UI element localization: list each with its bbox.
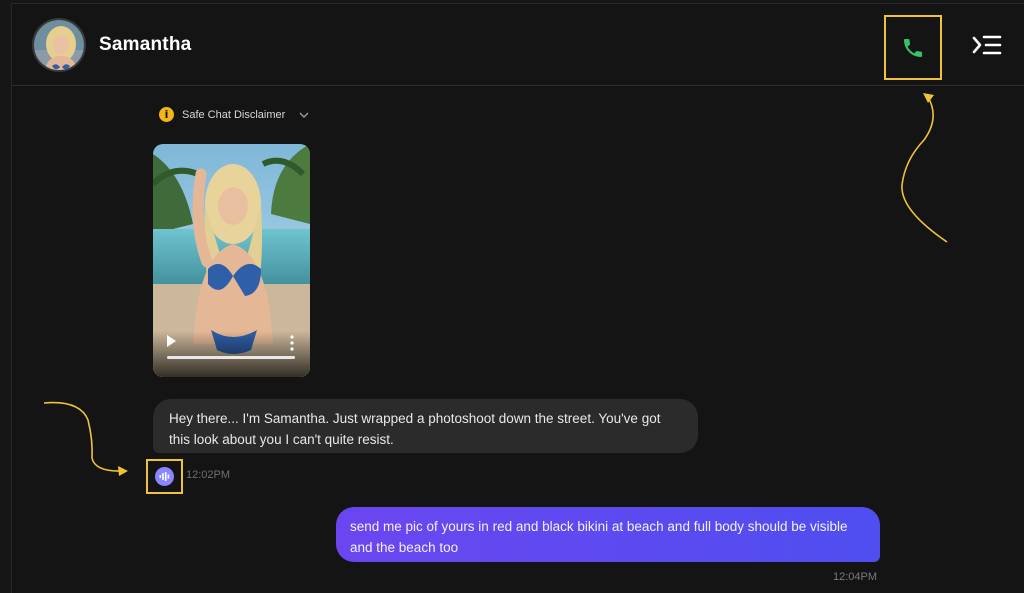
phone-icon <box>904 38 922 57</box>
voice-circle <box>155 467 174 486</box>
video-message[interactable] <box>153 144 310 377</box>
play-voice-button[interactable] <box>146 459 183 494</box>
chevron-down-icon <box>299 112 309 118</box>
video-progress-bar[interactable] <box>167 356 295 359</box>
menu-collapse-icon <box>972 35 1002 55</box>
play-icon[interactable] <box>167 335 176 347</box>
message-timestamp: 12:02PM <box>186 469 231 481</box>
avatar[interactable] <box>32 18 86 72</box>
video-controls <box>153 331 310 377</box>
message-timestamp: 12:04PM <box>833 571 878 583</box>
chat-window: Samantha i Safe Chat Disclaimer Hey ther… <box>11 3 1024 593</box>
audio-wave-icon <box>159 472 170 481</box>
call-button[interactable] <box>884 15 942 80</box>
safe-chat-disclaimer[interactable]: i Safe Chat Disclaimer <box>159 107 309 122</box>
menu-toggle-button[interactable] <box>971 32 1003 58</box>
disclaimer-label: Safe Chat Disclaimer <box>182 108 286 121</box>
more-options-icon[interactable] <box>290 335 294 351</box>
info-icon: i <box>159 107 174 122</box>
outgoing-message-bubble: send me pic of yours in red and black bi… <box>336 507 880 562</box>
avatar-image <box>34 20 84 70</box>
incoming-message-bubble: Hey there... I'm Samantha. Just wrapped … <box>153 399 698 453</box>
video-progress-fill <box>167 356 295 359</box>
chat-header: Samantha <box>12 4 1024 86</box>
contact-name: Samantha <box>99 34 192 55</box>
